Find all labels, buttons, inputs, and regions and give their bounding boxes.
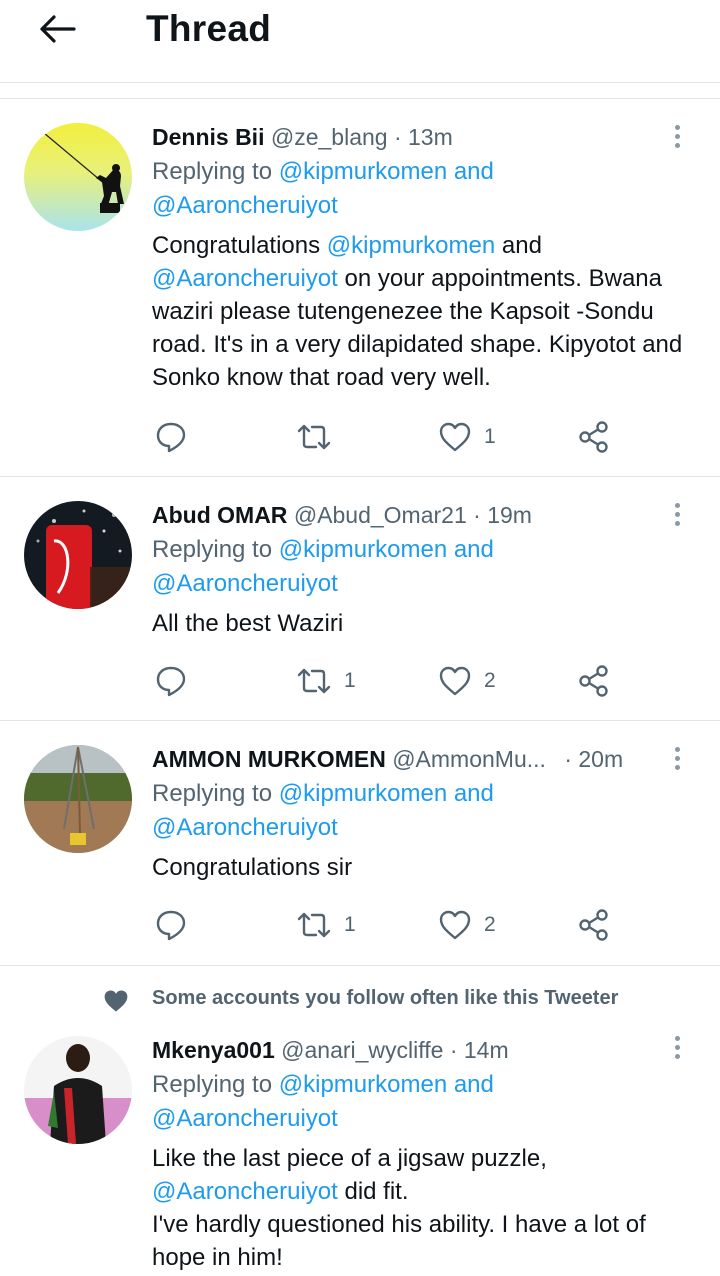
replying-to: Replying to @kipmurkomen and @Aaroncheru…: [152, 1071, 494, 1132]
retweet-icon: [297, 668, 331, 694]
tweet-actions: 1: [154, 417, 624, 457]
tweet-text: Like the last piece of a jigsaw puzzle, …: [152, 1145, 646, 1271]
mention-link[interactable]: @kipmurkomen and: [279, 1071, 494, 1098]
tweet-actions: 1 2: [154, 661, 624, 701]
mention-link[interactable]: @Aaroncheruiyot: [152, 265, 338, 292]
retweet-icon: [297, 424, 331, 450]
mention-link[interactable]: @kipmurkomen: [327, 232, 495, 259]
heart-icon: [439, 422, 471, 452]
author-name[interactable]: Abud OMAR: [152, 502, 287, 528]
like-count: 2: [484, 913, 496, 936]
like-button[interactable]: 2: [438, 661, 496, 701]
mention-link[interactable]: @kipmurkomen and: [279, 536, 494, 563]
more-options-icon[interactable]: [670, 747, 684, 775]
timestamp[interactable]: · 20m: [564, 746, 623, 772]
more-options-icon[interactable]: [670, 125, 684, 153]
tweet-header: Mkenya001 @anari_wycliffe · 14m: [152, 1034, 694, 1066]
top-app-bar: Thread: [0, 0, 720, 83]
retweet-button[interactable]: 1: [296, 905, 356, 945]
tweet-actions: 1 2: [154, 905, 624, 945]
author-handle[interactable]: @anari_wycliffe: [281, 1037, 443, 1063]
like-count: 1: [484, 425, 496, 448]
share-button[interactable]: [578, 417, 610, 457]
share-icon: [579, 421, 608, 453]
tweet[interactable]: Abud OMAR @Abud_Omar21 · 19m Replying to…: [0, 477, 720, 720]
share-icon: [579, 909, 608, 941]
tweet-text: Congratulations sir: [152, 854, 353, 881]
avatar[interactable]: [24, 501, 132, 609]
reply-button[interactable]: [154, 417, 200, 457]
heart-icon: [104, 990, 128, 1012]
like-button[interactable]: 1: [438, 417, 496, 457]
more-options-icon[interactable]: [670, 503, 684, 531]
share-icon: [579, 665, 608, 697]
tweet-header: Abud OMAR @Abud_Omar21 · 19m: [152, 499, 694, 531]
more-options-icon[interactable]: [670, 1036, 684, 1064]
mention-link[interactable]: @Aaroncheruiyot: [152, 570, 338, 597]
tweet-text: Congratulations @kipmurkomen and @Aaronc…: [152, 232, 683, 391]
share-button[interactable]: [578, 661, 610, 701]
timestamp[interactable]: · 19m: [473, 502, 532, 528]
retweet-button[interactable]: [296, 417, 344, 457]
mention-link[interactable]: @kipmurkomen and: [279, 158, 494, 185]
tweet-header: Dennis Bii @ze_blang · 13m: [152, 121, 694, 153]
mention-link[interactable]: @Aaroncheruiyot: [152, 192, 338, 219]
mention-link[interactable]: @Aaroncheruiyot: [152, 1178, 338, 1205]
reply-button[interactable]: [154, 661, 200, 701]
replying-to: Replying to @kipmurkomen and @Aaroncheru…: [152, 536, 494, 597]
retweet-button[interactable]: 1: [296, 661, 356, 701]
retweet-count: 1: [344, 669, 356, 692]
author-name[interactable]: AMMON MURKOMEN: [152, 746, 386, 772]
retweet-icon: [297, 912, 331, 938]
author-handle[interactable]: @ze_blang: [271, 124, 388, 150]
arrow-left-icon: [40, 15, 76, 43]
tweet[interactable]: AMMON MURKOMEN @AmmonMu... · 20m Replyin…: [0, 721, 720, 965]
author-handle[interactable]: @AmmonMu...: [392, 746, 546, 772]
page-title: Thread: [146, 8, 272, 49]
avatar[interactable]: [24, 123, 132, 231]
social-context: Some accounts you follow often like this…: [152, 987, 619, 1009]
mention-link[interactable]: @Aaroncheruiyot: [152, 814, 338, 841]
reply-icon: [156, 910, 186, 941]
back-button[interactable]: [30, 8, 84, 50]
tweet-text: All the best Waziri: [152, 610, 344, 637]
reply-icon: [156, 422, 186, 453]
tweet[interactable]: Dennis Bii @ze_blang · 13m Replying to @…: [0, 99, 720, 476]
avatar[interactable]: [24, 745, 132, 853]
tweet-header: AMMON MURKOMEN @AmmonMu... · 20m: [152, 743, 694, 775]
replying-to: Replying to @kipmurkomen and @Aaroncheru…: [152, 158, 494, 219]
author-name[interactable]: Mkenya001: [152, 1037, 275, 1063]
heart-icon: [439, 910, 471, 940]
tweet[interactable]: Some accounts you follow often like this…: [0, 966, 720, 1276]
like-count: 2: [484, 669, 496, 692]
author-name[interactable]: Dennis Bii: [152, 124, 264, 150]
author-handle[interactable]: @Abud_Omar21: [294, 502, 467, 528]
share-button[interactable]: [578, 905, 610, 945]
timestamp[interactable]: · 14m: [450, 1037, 509, 1063]
reply-button[interactable]: [154, 905, 200, 945]
reply-icon: [156, 666, 186, 697]
retweet-count: 1: [344, 913, 356, 936]
replying-to: Replying to @kipmurkomen and @Aaroncheru…: [152, 780, 494, 841]
heart-icon: [439, 666, 471, 696]
timestamp[interactable]: · 13m: [394, 124, 453, 150]
avatar[interactable]: [24, 1036, 132, 1144]
like-button[interactable]: 2: [438, 905, 496, 945]
mention-link[interactable]: @Aaroncheruiyot: [152, 1105, 338, 1132]
mention-link[interactable]: @kipmurkomen and: [279, 780, 494, 807]
